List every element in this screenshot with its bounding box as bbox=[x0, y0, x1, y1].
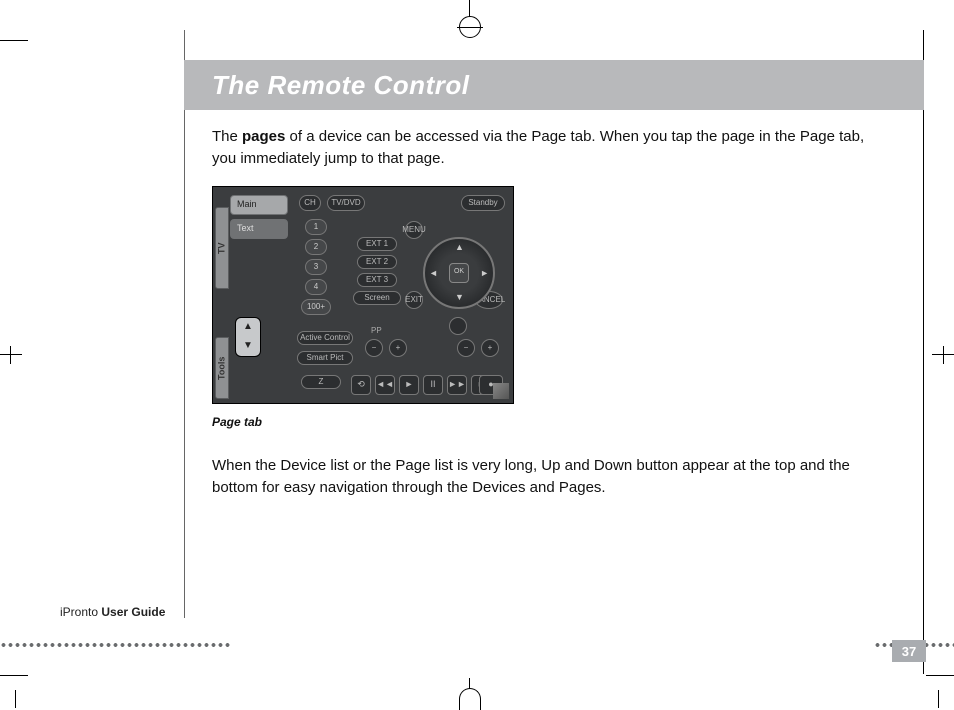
fig-ext2: EXT 2 bbox=[357, 255, 397, 269]
crop-mark bbox=[926, 675, 954, 676]
fig-menu-btn: MENU bbox=[405, 221, 423, 239]
figure-caption: Page tab bbox=[212, 414, 883, 431]
play-icon: ► bbox=[399, 375, 419, 395]
fig-extra-btn bbox=[449, 317, 467, 335]
p1-bold: pages bbox=[242, 128, 285, 145]
figure-page-tab-screenshot: TV Tools Main Text ▲ ▼ CH TV/DVD Standby bbox=[212, 186, 514, 404]
fig-tvdvd-pill: TV/DVD bbox=[327, 195, 365, 211]
footer-guide-label: iPronto User Guide bbox=[60, 600, 165, 624]
fast-forward-icon: ►► bbox=[447, 375, 467, 395]
fig-page-main: Main bbox=[230, 195, 288, 215]
crop-mark bbox=[10, 346, 11, 364]
arrow-down-icon: ▼ bbox=[455, 291, 464, 304]
fig-tab-tools: Tools bbox=[215, 337, 229, 399]
fig-vol-plus: + bbox=[389, 339, 407, 357]
body-text: The pages of a device can be accessed vi… bbox=[212, 126, 883, 514]
footer-guide: User Guide bbox=[98, 605, 165, 619]
crop-mark bbox=[943, 346, 944, 364]
fig-num-2: 2 bbox=[305, 239, 327, 255]
fig-remote-area: CH TV/DVD Standby 1 2 3 4 100+ EXT 1 EXT… bbox=[293, 191, 509, 399]
crop-mark bbox=[938, 690, 939, 708]
fig-tab-tv-label: TV bbox=[216, 208, 228, 288]
fig-num-100: 100+ bbox=[301, 299, 331, 315]
resize-grip-icon bbox=[493, 383, 509, 399]
fig-num-1: 1 bbox=[305, 219, 327, 235]
dotted-rule-left bbox=[0, 642, 230, 648]
header-bar: The Remote Control bbox=[184, 60, 924, 110]
registration-half-circle-icon bbox=[459, 688, 481, 710]
fig-standby-pill: Standby bbox=[461, 195, 505, 211]
page-title: The Remote Control bbox=[212, 70, 469, 101]
fig-ok-button: OK bbox=[449, 263, 469, 283]
paragraph-1: The pages of a device can be accessed vi… bbox=[212, 126, 883, 170]
p1-lead: The bbox=[212, 128, 242, 145]
footer-product: iPronto bbox=[60, 605, 98, 619]
fig-tab-tv: TV bbox=[215, 207, 229, 289]
fig-ch-pill: CH bbox=[299, 195, 321, 211]
crop-mark bbox=[0, 675, 28, 676]
chevron-up-icon: ▲ bbox=[243, 322, 253, 332]
fig-right-plus: + bbox=[481, 339, 499, 357]
fig-tab-tools-label: Tools bbox=[216, 338, 228, 398]
manual-page: The Remote Control The pages of a device… bbox=[0, 0, 954, 708]
fig-page-text: Text bbox=[230, 219, 288, 239]
crop-mark bbox=[0, 40, 28, 41]
left-rule bbox=[184, 30, 185, 618]
p1-rest: of a device can be accessed via the Page… bbox=[212, 128, 864, 167]
fig-sidebar: TV Tools Main Text ▲ ▼ bbox=[213, 187, 291, 403]
fig-pp-label: PP bbox=[371, 325, 382, 337]
fig-screen-pill: Screen bbox=[353, 291, 401, 305]
rewind-loop-icon: ⟲ bbox=[351, 375, 371, 395]
chevron-down-icon: ▼ bbox=[243, 341, 253, 351]
crop-mark bbox=[457, 27, 483, 28]
page-number: 37 bbox=[892, 640, 926, 662]
fig-exit-btn: EXIT bbox=[405, 291, 423, 309]
fig-num-3: 3 bbox=[305, 259, 327, 275]
rewind-icon: ◄◄ bbox=[375, 375, 395, 395]
fig-scroll-spinner: ▲ ▼ bbox=[235, 317, 261, 357]
arrow-up-icon: ▲ bbox=[455, 241, 464, 254]
arrow-left-icon: ◄ bbox=[429, 267, 438, 280]
content-frame: The Remote Control The pages of a device… bbox=[184, 30, 924, 674]
crop-mark bbox=[15, 690, 16, 708]
fig-active-control: Active Control bbox=[297, 331, 353, 345]
fig-ext3: EXT 3 bbox=[357, 273, 397, 287]
fig-dpad: OK ▲ ▼ ◄ ► bbox=[423, 237, 495, 309]
arrow-right-icon: ► bbox=[480, 267, 489, 280]
pause-icon: II bbox=[423, 375, 443, 395]
fig-right-minus: − bbox=[457, 339, 475, 357]
fig-num-4: 4 bbox=[305, 279, 327, 295]
fig-smart-pict: Smart Pict bbox=[297, 351, 353, 365]
fig-ext1: EXT 1 bbox=[357, 237, 397, 251]
fig-vol-minus: − bbox=[365, 339, 383, 357]
crop-mark bbox=[0, 354, 22, 355]
fig-page-list: Main Text bbox=[230, 195, 288, 243]
fig-z-pill: Z bbox=[301, 375, 341, 389]
paragraph-2: When the Device list or the Page list is… bbox=[212, 455, 883, 499]
